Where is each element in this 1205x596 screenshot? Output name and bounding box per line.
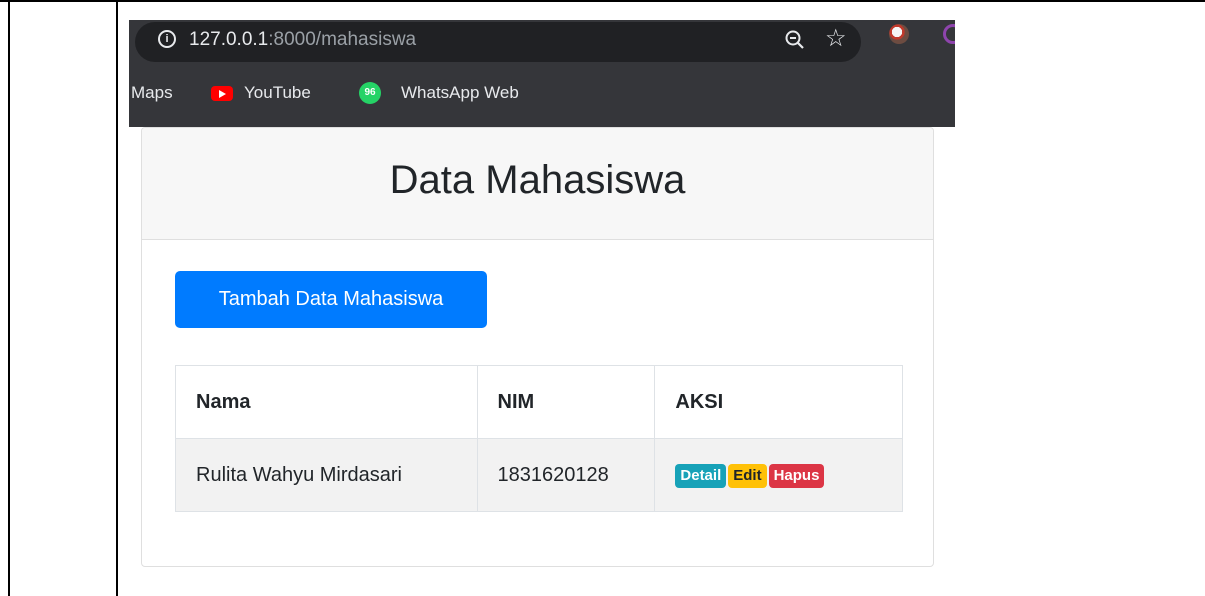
cell-nim: 1831620128: [476, 438, 656, 512]
detail-button[interactable]: Detail: [675, 463, 727, 488]
bookmark-maps[interactable]: Maps: [131, 83, 173, 103]
url-text[interactable]: 127.0.0.1:8000/mahasiswa: [189, 29, 416, 51]
mahasiswa-table: Nama NIM AKSI Rulita Wahyu Mirdasari 183…: [175, 365, 903, 512]
column-header-aksi: AKSI: [654, 365, 903, 439]
hapus-button[interactable]: Hapus: [768, 463, 825, 488]
url-path: :8000/mahasiswa: [268, 29, 417, 50]
edit-button[interactable]: Edit: [728, 463, 767, 488]
bookmarks-bar: Maps YouTube 96 WhatsApp Web: [129, 77, 955, 107]
document-border-top: [0, 0, 1205, 2]
bookmark-youtube[interactable]: YouTube: [244, 83, 311, 103]
column-header-nim: NIM: [476, 365, 656, 439]
card-header: Data Mahasiswa: [142, 128, 933, 240]
browser-chrome: i 127.0.0.1:8000/mahasiswa ☆ Maps YouTub…: [129, 20, 955, 127]
bookmark-whatsapp-web[interactable]: WhatsApp Web: [401, 83, 519, 103]
page-title: Data Mahasiswa: [389, 158, 686, 202]
document-column-divider: [116, 0, 118, 596]
extension-icon-partial[interactable]: [943, 24, 955, 44]
extension-icon[interactable]: [889, 24, 909, 44]
address-bar[interactable]: i 127.0.0.1:8000/mahasiswa ☆: [135, 22, 861, 62]
data-card: Data Mahasiswa Tambah Data Mahasiswa Nam…: [141, 127, 934, 567]
column-header-nama: Nama: [175, 365, 478, 439]
youtube-icon: [211, 86, 233, 101]
zoom-icon[interactable]: [783, 28, 807, 52]
cell-aksi: Detail Edit Hapus: [654, 438, 903, 512]
document-border-left: [8, 0, 10, 596]
add-mahasiswa-button[interactable]: Tambah Data Mahasiswa: [175, 271, 487, 328]
whatsapp-icon: 96: [359, 82, 381, 104]
url-host: 127.0.0.1: [189, 29, 269, 50]
site-info-icon[interactable]: i: [158, 30, 176, 48]
table-row: Rulita Wahyu Mirdasari 1831620128 Detail…: [175, 438, 903, 512]
cell-nama: Rulita Wahyu Mirdasari: [175, 438, 478, 512]
bookmark-star-icon[interactable]: ☆: [825, 24, 847, 54]
table-header-row: Nama NIM AKSI: [175, 365, 903, 439]
